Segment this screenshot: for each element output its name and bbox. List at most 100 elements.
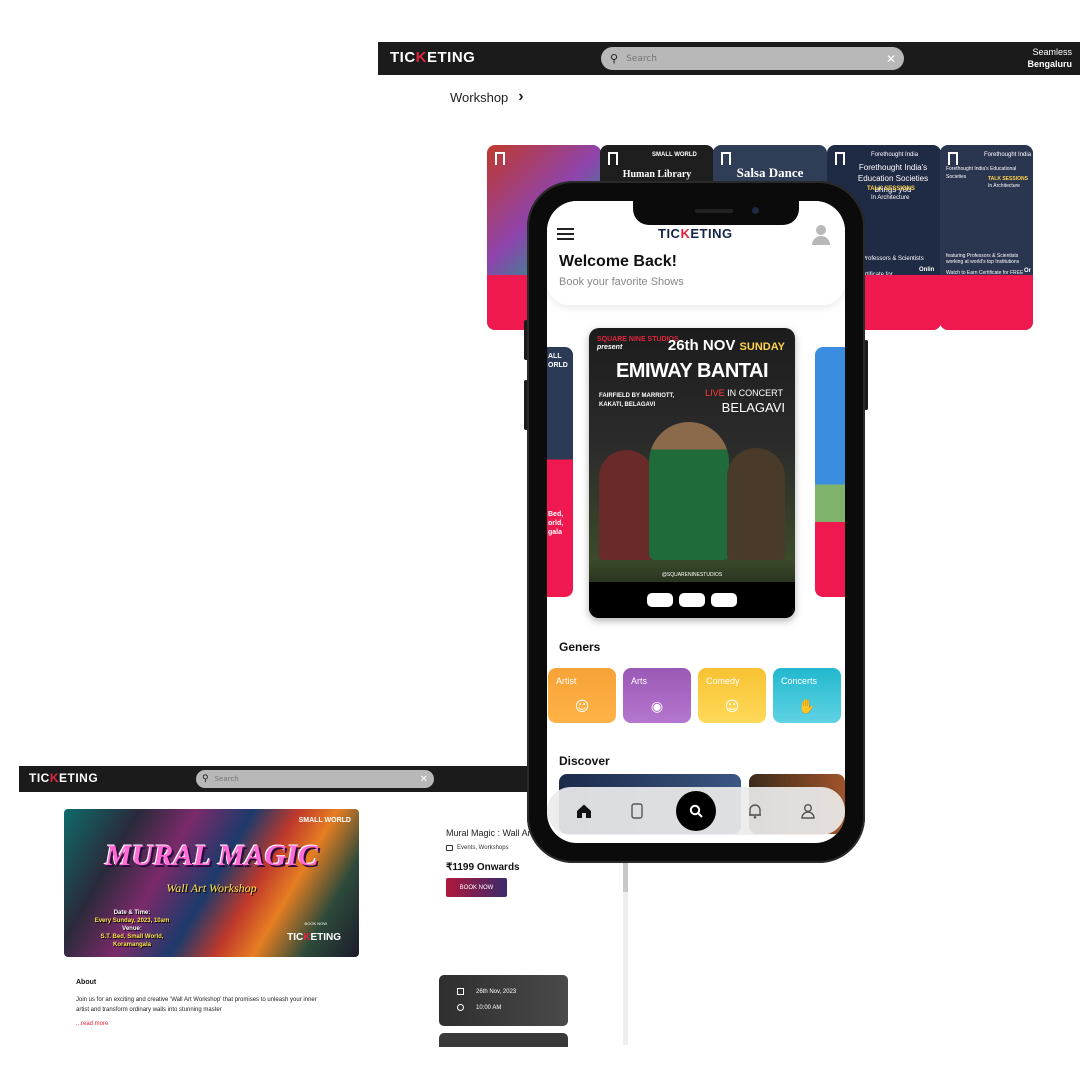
card-brand: SMALL WORLD: [652, 152, 697, 158]
bookmark-icon[interactable]: [835, 152, 845, 165]
bookmark-icon[interactable]: [608, 152, 618, 165]
poster-artist-name: EMIWAY BANTAI: [615, 360, 769, 382]
ticketing-logo[interactable]: TICKETING: [29, 771, 98, 785]
search-icon: ⚲: [202, 774, 209, 784]
poster-date: 26th NOV SUNDAY: [667, 337, 785, 354]
sponsor-logo: [711, 593, 737, 607]
geners-heading: Geners: [559, 640, 601, 654]
side-text-bottom: Bed, orld, gala: [548, 511, 564, 536]
card-sub: In Architecture: [871, 195, 910, 201]
side-text-top: ALL ORLD: [548, 353, 568, 369]
genre-artist[interactable]: Artist ☺: [548, 668, 616, 723]
desktop-top-navbar: TICKETING ⚲ ✕ Seamless Bengaluru: [378, 42, 1080, 75]
event-card-talk-sessions-2[interactable]: Forethought India Forethought India's Ed…: [940, 145, 1033, 330]
genre-arts[interactable]: Arts ◉: [623, 668, 691, 723]
book-now-button[interactable]: BOOK NOW: [446, 878, 507, 897]
search-input[interactable]: [214, 775, 420, 783]
search-bar: ⚲ ✕: [196, 770, 434, 788]
genre-comedy[interactable]: Comedy ☺: [698, 668, 766, 723]
calendar-icon: [457, 988, 464, 995]
camera: [752, 207, 759, 214]
time-row: 10:00 AM: [457, 1004, 501, 1011]
banner-book-now: BOOK NOW: [304, 921, 327, 926]
featured-event-poster[interactable]: SQUARE NINE STUDIOS present 26th NOV SUN…: [589, 328, 795, 618]
users-icon: ☺: [574, 699, 590, 715]
banner-title: MURAL MAGIC: [104, 839, 319, 872]
smile-icon: ☺: [724, 699, 740, 715]
event-banner: SMALL WORLD MURAL MAGIC Wall Art Worksho…: [64, 809, 359, 957]
about-text: Join us for an exciting and creative 'Wa…: [76, 997, 317, 1013]
bookmark-icon[interactable]: [948, 152, 958, 165]
breadcrumb-workshop: Workshop: [450, 89, 509, 105]
category-icon: [446, 845, 453, 851]
read-more-link[interactable]: ...read more: [76, 1021, 108, 1027]
card-foot3: Onlin: [919, 267, 935, 273]
home-icon[interactable]: [569, 796, 599, 826]
card-tag: TALK SESSIONS: [867, 186, 915, 192]
banner-date-value: Every Sunday, 2023, 10am: [94, 918, 170, 924]
carousel-card-right[interactable]: [815, 347, 845, 597]
card-brand: Forethought India: [984, 152, 1032, 158]
date-row: 26th Nov, 2023: [457, 988, 516, 995]
card-brand: Forethought India: [871, 152, 919, 158]
card-base: [940, 275, 1033, 330]
banner-subtitle: Wall Art Workshop: [166, 881, 257, 895]
genre-concerts[interactable]: Concerts ✋: [773, 668, 841, 723]
banner-logo: TICKETING: [287, 932, 341, 943]
poster-live: LIVE IN CONCERT: [705, 388, 783, 398]
phone-icon[interactable]: [622, 796, 652, 826]
welcome-title: Welcome Back!: [559, 253, 677, 270]
clear-search-icon[interactable]: ✕: [420, 774, 428, 785]
banner-info: Date & Time: Every Sunday, 2023, 10am Ve…: [82, 909, 182, 949]
rock-hand-icon: ✋: [798, 699, 816, 715]
profile-avatar-icon[interactable]: [811, 225, 831, 245]
date-time-box: 26th Nov, 2023 10:00 AM: [439, 975, 568, 1026]
search-icon: ⚲: [610, 52, 619, 65]
bottom-nav: [547, 787, 845, 835]
card-sub: In Architecture: [988, 183, 1020, 189]
card-foot3: Or: [1024, 268, 1032, 274]
ticketing-logo[interactable]: TICKETING: [390, 49, 475, 66]
speaker: [695, 209, 733, 213]
about-heading: About: [76, 979, 97, 986]
card-title: Human Library: [622, 169, 692, 180]
banner-brand: SMALL WORLD: [298, 817, 351, 824]
poster-handle: @SQUARENINESTUDIOS: [661, 572, 723, 578]
app-logo: TICKETING: [658, 226, 733, 241]
search-icon[interactable]: [675, 791, 716, 831]
clock-icon: [457, 1004, 464, 1011]
event-categories-text: Events, Workshops: [457, 845, 509, 851]
sponsor-logo: [647, 593, 673, 607]
bookmark-icon[interactable]: [721, 152, 731, 165]
sponsor-logo: [679, 593, 705, 607]
banner-venue-value: S.T. Bed, Small World, Koramangala: [100, 934, 164, 948]
phone-mockup: TICKETING Welcome Back! Book your favori…: [527, 181, 865, 863]
info-box-next: [439, 1033, 568, 1047]
banner-date-label: Date & Time:: [113, 910, 151, 916]
search-input[interactable]: [626, 53, 886, 64]
poster-sponsors: [589, 582, 795, 618]
poster-city: BELAGAVI: [721, 400, 785, 415]
clear-search-icon[interactable]: ✕: [886, 52, 896, 66]
event-categories: Events, Workshops: [446, 845, 509, 851]
carousel-card-left[interactable]: ALL ORLD Bed, orld, gala: [547, 347, 573, 597]
location-city: Bengaluru: [1027, 59, 1072, 69]
poster-artwork: [599, 420, 785, 560]
location-selector[interactable]: Seamless Bengaluru: [1027, 46, 1072, 70]
location-label: Seamless: [1032, 47, 1072, 57]
poster-studio: SQUARE NINE STUDIOS present: [597, 336, 679, 351]
card-title: Salsa Dance: [736, 165, 804, 180]
phone-screen: TICKETING Welcome Back! Book your favori…: [547, 201, 845, 843]
discover-heading: Discover: [559, 754, 610, 768]
user-icon[interactable]: [793, 796, 823, 826]
bell-icon[interactable]: [740, 796, 770, 826]
hamburger-menu-icon[interactable]: [557, 228, 574, 243]
palette-icon: ◉: [650, 699, 664, 715]
card-foot: featuring Professors & Scientists workin…: [946, 253, 1020, 265]
breadcrumb[interactable]: Workshop ›: [450, 88, 524, 106]
search-bar: ⚲ ✕: [601, 47, 904, 70]
welcome-subtitle: Book your favorite Shows: [559, 276, 684, 288]
phone-notch: [633, 201, 799, 225]
banner-venue-label: Venue:: [122, 926, 142, 932]
bookmark-icon[interactable]: [495, 152, 505, 165]
